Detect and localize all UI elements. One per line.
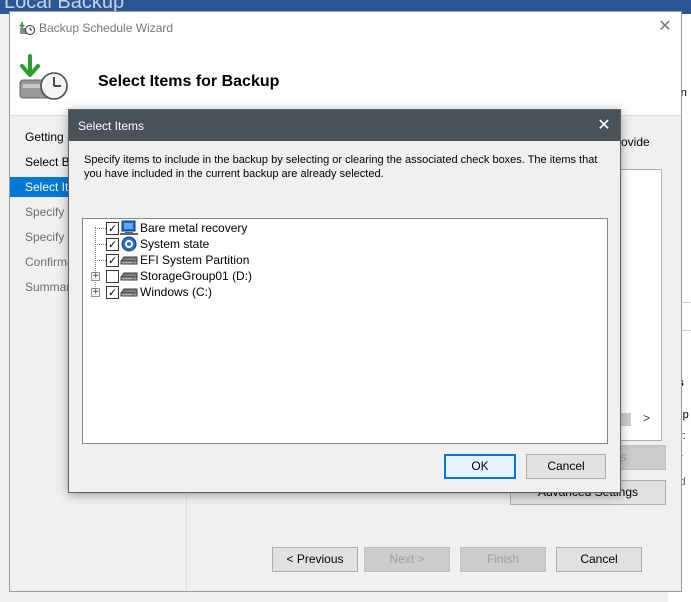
drive-icon	[120, 288, 138, 297]
finish-button[interactable]: Finish	[460, 547, 546, 572]
tree-item-label: EFI System Partition	[140, 253, 250, 267]
dialog-title: Select Items	[78, 119, 145, 133]
close-icon: ✕	[658, 18, 672, 35]
checkmark-icon: ✓	[108, 286, 118, 299]
tree-item-storagegroup01[interactable]: + StorageGroup01 (D:)	[83, 268, 603, 284]
tree-item-label: StorageGroup01 (D:)	[140, 269, 253, 283]
wizard-title-bar: Backup Schedule Wizard ✕	[10, 12, 681, 42]
next-button[interactable]: Next >	[364, 547, 450, 572]
previous-button[interactable]: < Previous	[272, 547, 358, 572]
ok-button[interactable]: OK	[444, 454, 516, 479]
tree-item-windows-c[interactable]: + ✓ Windows (C:)	[83, 284, 603, 300]
windows-c-checkbox[interactable]: ✓	[106, 286, 119, 299]
system-state-icon	[121, 236, 137, 252]
drive-icon	[120, 256, 138, 265]
bare-metal-icon	[120, 220, 138, 235]
dialog-cancel-button[interactable]: Cancel	[526, 454, 606, 479]
efi-system-partition-checkbox[interactable]: ✓	[106, 254, 119, 267]
checkmark-icon: ✓	[108, 222, 118, 235]
scroll-right-icon[interactable]: >	[643, 411, 650, 425]
bare-metal-recovery-checkbox[interactable]: ✓	[106, 222, 119, 235]
expand-icon[interactable]: +	[91, 288, 100, 297]
checkmark-icon: ✓	[108, 254, 118, 267]
tree-item-label: Bare metal recovery	[140, 221, 248, 235]
close-icon: ✕	[597, 117, 611, 134]
checkmark-icon: ✓	[108, 238, 118, 251]
tree-item-bare-metal-recovery[interactable]: ✓ Bare metal recovery	[83, 220, 603, 236]
tree-item-label: System state	[140, 237, 210, 251]
dialog-description: Specify items to include in the backup b…	[84, 154, 598, 180]
tree-item-efi-system-partition[interactable]: ✓ EFI System Partition	[83, 252, 603, 268]
list-scrollbar-thumb[interactable]	[621, 413, 631, 426]
wizard-title: Backup Schedule Wizard	[39, 21, 174, 35]
dialog-title-bar: Select Items ✕	[69, 110, 620, 141]
storagegroup01-checkbox[interactable]	[106, 270, 119, 283]
system-state-checkbox[interactable]: ✓	[106, 238, 119, 251]
drive-icon	[120, 272, 138, 281]
backup-wizard-icon	[19, 22, 35, 35]
dialog-close-button[interactable]: ✕	[593, 115, 615, 137]
backup-schedule-icon	[19, 54, 68, 100]
tree-item-label: Windows (C:)	[140, 285, 213, 299]
backup-items-tree[interactable]: ✓ Bare metal recovery ✓ System state ✓ E…	[82, 218, 608, 444]
wizard-page-title: Select Items for Backup	[98, 73, 280, 90]
wizard-cancel-button[interactable]: Cancel	[556, 547, 642, 572]
tree-item-system-state[interactable]: ✓ System state	[83, 236, 603, 252]
expand-icon[interactable]: +	[91, 272, 100, 281]
wizard-close-button[interactable]: ✕	[654, 17, 676, 37]
select-items-dialog: Select Items ✕ Specify items to include …	[68, 109, 621, 493]
wizard-content-text: ovide	[621, 135, 650, 149]
wizard-header: Select Items for Backup	[10, 42, 681, 116]
